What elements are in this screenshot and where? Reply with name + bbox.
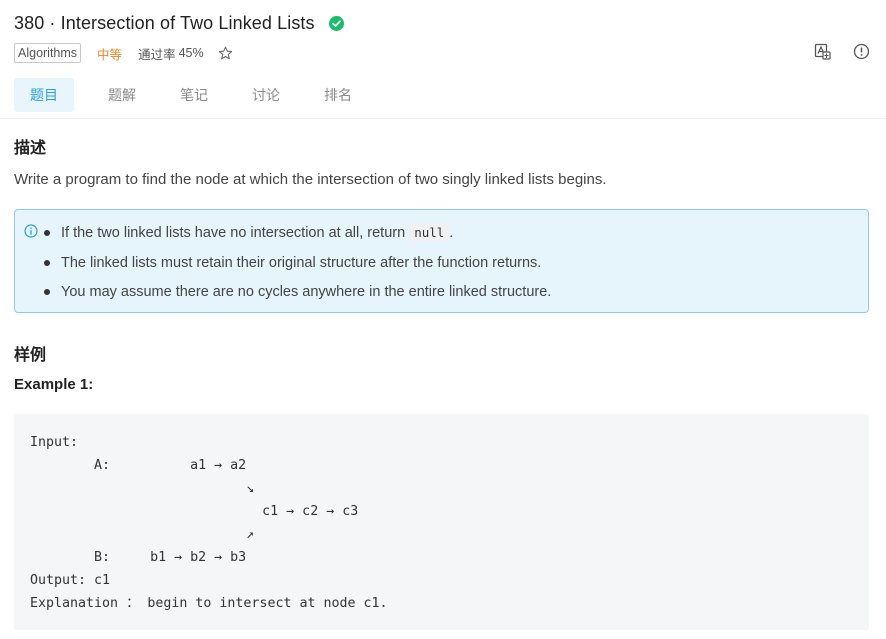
header-actions [814, 43, 870, 60]
pass-rate-value: 45% [178, 46, 204, 60]
examples-heading: 样例 [14, 347, 47, 364]
notice-item-text: . [449, 225, 454, 241]
tab-ranking[interactable]: 排名 [302, 78, 374, 112]
translate-icon[interactable] [814, 43, 831, 60]
report-icon[interactable] [853, 43, 870, 60]
tab-solutions[interactable]: 题解 [86, 78, 158, 112]
tab-problem[interactable]: 题目 [14, 78, 74, 112]
notice-item: You may assume there are no cycles anywh… [44, 279, 551, 309]
description-text: Write a program to find the node at whic… [14, 171, 607, 188]
example-code-block: Input: A: a1 → a2 ↘ c1 → c2 → c3 ↗ B: b1… [14, 414, 869, 630]
notice-item: If the two linked lists have no intersec… [44, 220, 551, 250]
notice-item-text: If the two linked lists have no intersec… [61, 225, 410, 241]
tab-discussion[interactable]: 讨论 [230, 78, 302, 112]
category-tag[interactable]: Algorithms [14, 43, 82, 63]
difficulty-label: 中等 [97, 47, 123, 62]
tab-notes[interactable]: 笔记 [158, 78, 230, 112]
notice-box: If the two linked lists have no intersec… [14, 209, 869, 313]
solved-check-icon [328, 15, 344, 31]
inline-code: null [409, 223, 450, 242]
pass-rate-label: 通过率 [138, 47, 176, 62]
problem-tabs: 题目 题解 笔记 讨论 排名 [14, 78, 374, 112]
notice-item: The linked lists must retain their origi… [44, 250, 551, 280]
example-1-label: Example 1: [14, 376, 94, 393]
problem-header: 380 · Intersection of Two Linked Lists [14, 10, 344, 36]
description-heading: 描述 [14, 140, 47, 157]
header-divider [0, 118, 886, 119]
notice-list: If the two linked lists have no intersec… [44, 220, 551, 309]
example-code: Input: A: a1 → a2 ↘ c1 → c2 → c3 ↗ B: b1… [30, 435, 388, 611]
problem-meta: Algorithms 中等 通过率 45% [14, 42, 233, 64]
star-icon[interactable] [218, 46, 233, 61]
problem-title: 380 · Intersection of Two Linked Lists [14, 12, 315, 33]
info-icon [24, 224, 38, 238]
